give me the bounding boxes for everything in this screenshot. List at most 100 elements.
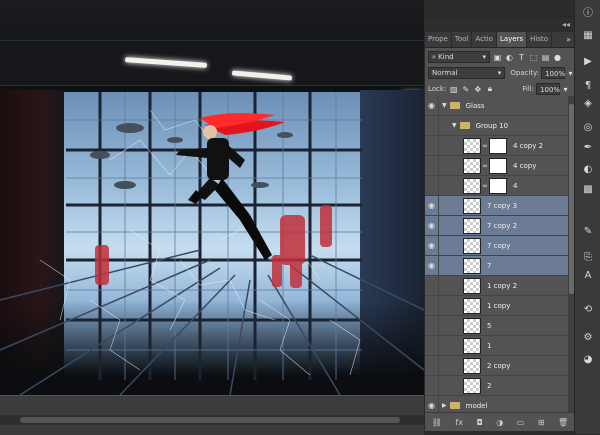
smart-object-filter-icon[interactable]: ▤ (541, 53, 550, 62)
eye-hidden-icon[interactable] (425, 335, 439, 356)
eye-hidden-icon[interactable] (425, 175, 439, 196)
fx-icon[interactable]: fx (455, 418, 463, 427)
new-layer-icon[interactable]: ⊞ (538, 418, 545, 427)
layer-row[interactable]: ▼ Group 10 (425, 115, 568, 136)
layer-row[interactable]: ◉ 7 copy (425, 235, 568, 256)
layer-row[interactable]: ◉ 7 copy 2 (425, 215, 568, 236)
layer-thumbnail[interactable] (463, 337, 481, 354)
tab-history[interactable]: Histo (527, 32, 553, 47)
trash-icon[interactable]: 🗑︎ (558, 418, 568, 427)
layer-row[interactable]: ∞ 4 copy 2 (425, 135, 568, 156)
kind-filter-select[interactable]: ⌕ Kind ▾ (428, 51, 490, 63)
brush-icon[interactable]: ✎ (579, 224, 597, 238)
blend-mode-select[interactable]: Normal ▾ (428, 67, 506, 79)
eye-hidden-icon[interactable] (425, 135, 439, 156)
folder-icon[interactable]: ▭ (517, 418, 525, 427)
character-icon[interactable]: A (579, 268, 597, 282)
play-icon[interactable]: ▶ (579, 54, 597, 68)
eye-icon[interactable]: ◉ (425, 255, 439, 276)
paths-icon[interactable]: ✒ (579, 140, 597, 154)
caret-down-icon[interactable]: ▼ (452, 122, 457, 129)
settings-icon[interactable]: ⚙ (579, 330, 597, 344)
collapse-icon[interactable]: ◂◂ (562, 20, 570, 29)
layer-thumbnail[interactable] (463, 177, 481, 194)
layer-row[interactable]: ∞ 4 copy (425, 155, 568, 176)
layer-row[interactable]: 1 copy 2 (425, 275, 568, 296)
swatches-icon[interactable]: ▦ (579, 28, 597, 42)
lock-all-icon[interactable]: 🔒︎ (485, 84, 494, 94)
layer-thumbnail[interactable] (463, 297, 481, 314)
layer-row[interactable]: 5 (425, 315, 568, 336)
shape-filter-icon[interactable]: ⬚ (529, 53, 538, 62)
tab-properties[interactable]: Prope (425, 32, 452, 47)
canvas-horizontal-scrollbar[interactable] (0, 415, 424, 425)
clone-icon[interactable]: ⎘ (579, 250, 597, 264)
eye-hidden-icon[interactable] (425, 315, 439, 336)
fill-dropdown-icon[interactable]: ▾ (561, 85, 570, 94)
eye-icon[interactable]: ◉ (425, 395, 439, 412)
layer-thumbnail[interactable] (463, 277, 481, 294)
tab-layers[interactable]: Layers (496, 32, 528, 47)
lock-position-icon[interactable]: ✥ (473, 85, 482, 94)
layer-row[interactable]: 1 copy (425, 295, 568, 316)
eye-hidden-icon[interactable] (425, 355, 439, 376)
layer-row[interactable]: ◉ 7 copy 3 (425, 195, 568, 216)
eye-icon[interactable]: ◉ (425, 195, 439, 216)
layer-thumbnail[interactable] (463, 157, 481, 174)
tab-actions[interactable]: Actio (472, 32, 497, 47)
history-icon[interactable]: ⟲ (579, 302, 597, 316)
layer-row[interactable]: 2 (425, 375, 568, 396)
paragraph-icon[interactable]: ¶ (579, 78, 597, 92)
styles-icon[interactable]: ▩ (579, 182, 597, 196)
layer-thumbnail[interactable] (463, 217, 481, 234)
opacity-input[interactable]: 100% (541, 67, 565, 79)
info-icon[interactable]: ⓘ (579, 4, 597, 19)
layer-row[interactable]: 1 (425, 335, 568, 356)
layer-thumbnail[interactable] (463, 137, 481, 154)
eye-hidden-icon[interactable] (425, 375, 439, 396)
layer-mask-thumbnail[interactable] (489, 157, 507, 174)
eye-icon[interactable]: ◉ (425, 215, 439, 236)
layer-thumbnail[interactable] (463, 197, 481, 214)
eye-icon[interactable]: ◉ (425, 96, 439, 116)
layer-row[interactable]: ∞ 4 (425, 175, 568, 196)
layer-thumbnail[interactable] (463, 357, 481, 374)
eye-icon[interactable]: ◉ (425, 235, 439, 256)
layer-thumbnail[interactable] (463, 237, 481, 254)
mask-icon[interactable]: ◘ (476, 418, 482, 427)
tab-tool-presets[interactable]: Tool (452, 32, 473, 47)
link-icon[interactable]: ⛓ (432, 418, 442, 427)
eye-hidden-icon[interactable] (425, 115, 439, 136)
eye-hidden-icon[interactable] (425, 275, 439, 296)
layer-mask-thumbnail[interactable] (489, 137, 507, 154)
mask-link-icon[interactable]: ∞ (481, 142, 489, 150)
layer-thumbnail[interactable] (463, 317, 481, 334)
pixel-filter-icon[interactable]: ▣ (493, 53, 502, 62)
lock-image-icon[interactable]: ✎ (461, 85, 470, 94)
document-canvas[interactable] (0, 0, 424, 395)
layer-row[interactable]: ◉ ▶ model (425, 395, 568, 412)
channels-icon[interactable]: ◎ (579, 120, 597, 134)
filter-toggle-icon[interactable]: ● (553, 53, 562, 62)
eye-hidden-icon[interactable] (425, 295, 439, 316)
adjustment-icon[interactable]: ◑ (496, 418, 503, 427)
layers-icon[interactable]: ◈ (579, 96, 597, 110)
eye-hidden-icon[interactable] (425, 155, 439, 176)
layer-thumbnail[interactable] (463, 377, 481, 394)
mask-link-icon[interactable]: ∞ (481, 162, 489, 170)
layer-row[interactable]: ◉ 7 (425, 255, 568, 276)
adjust-icon[interactable]: ◐ (579, 162, 597, 176)
mask-link-icon[interactable]: ∞ (481, 182, 489, 190)
fill-input[interactable]: 100% (536, 83, 560, 95)
lock-transparent-icon[interactable]: ▨ (449, 85, 458, 94)
type-filter-icon[interactable]: T (517, 53, 526, 62)
caret-right-icon[interactable]: ▶ (442, 402, 447, 409)
color-icon[interactable]: ◕ (579, 352, 597, 366)
layer-row[interactable]: ◉ ▼ Glass (425, 96, 568, 116)
layer-thumbnail[interactable] (463, 257, 481, 274)
adjustment-filter-icon[interactable]: ◐ (505, 53, 514, 62)
caret-down-icon[interactable]: ▼ (442, 102, 447, 109)
scroll-thumb[interactable] (20, 417, 400, 423)
layer-row[interactable]: 2 copy (425, 355, 568, 376)
layer-mask-thumbnail[interactable] (489, 177, 507, 194)
